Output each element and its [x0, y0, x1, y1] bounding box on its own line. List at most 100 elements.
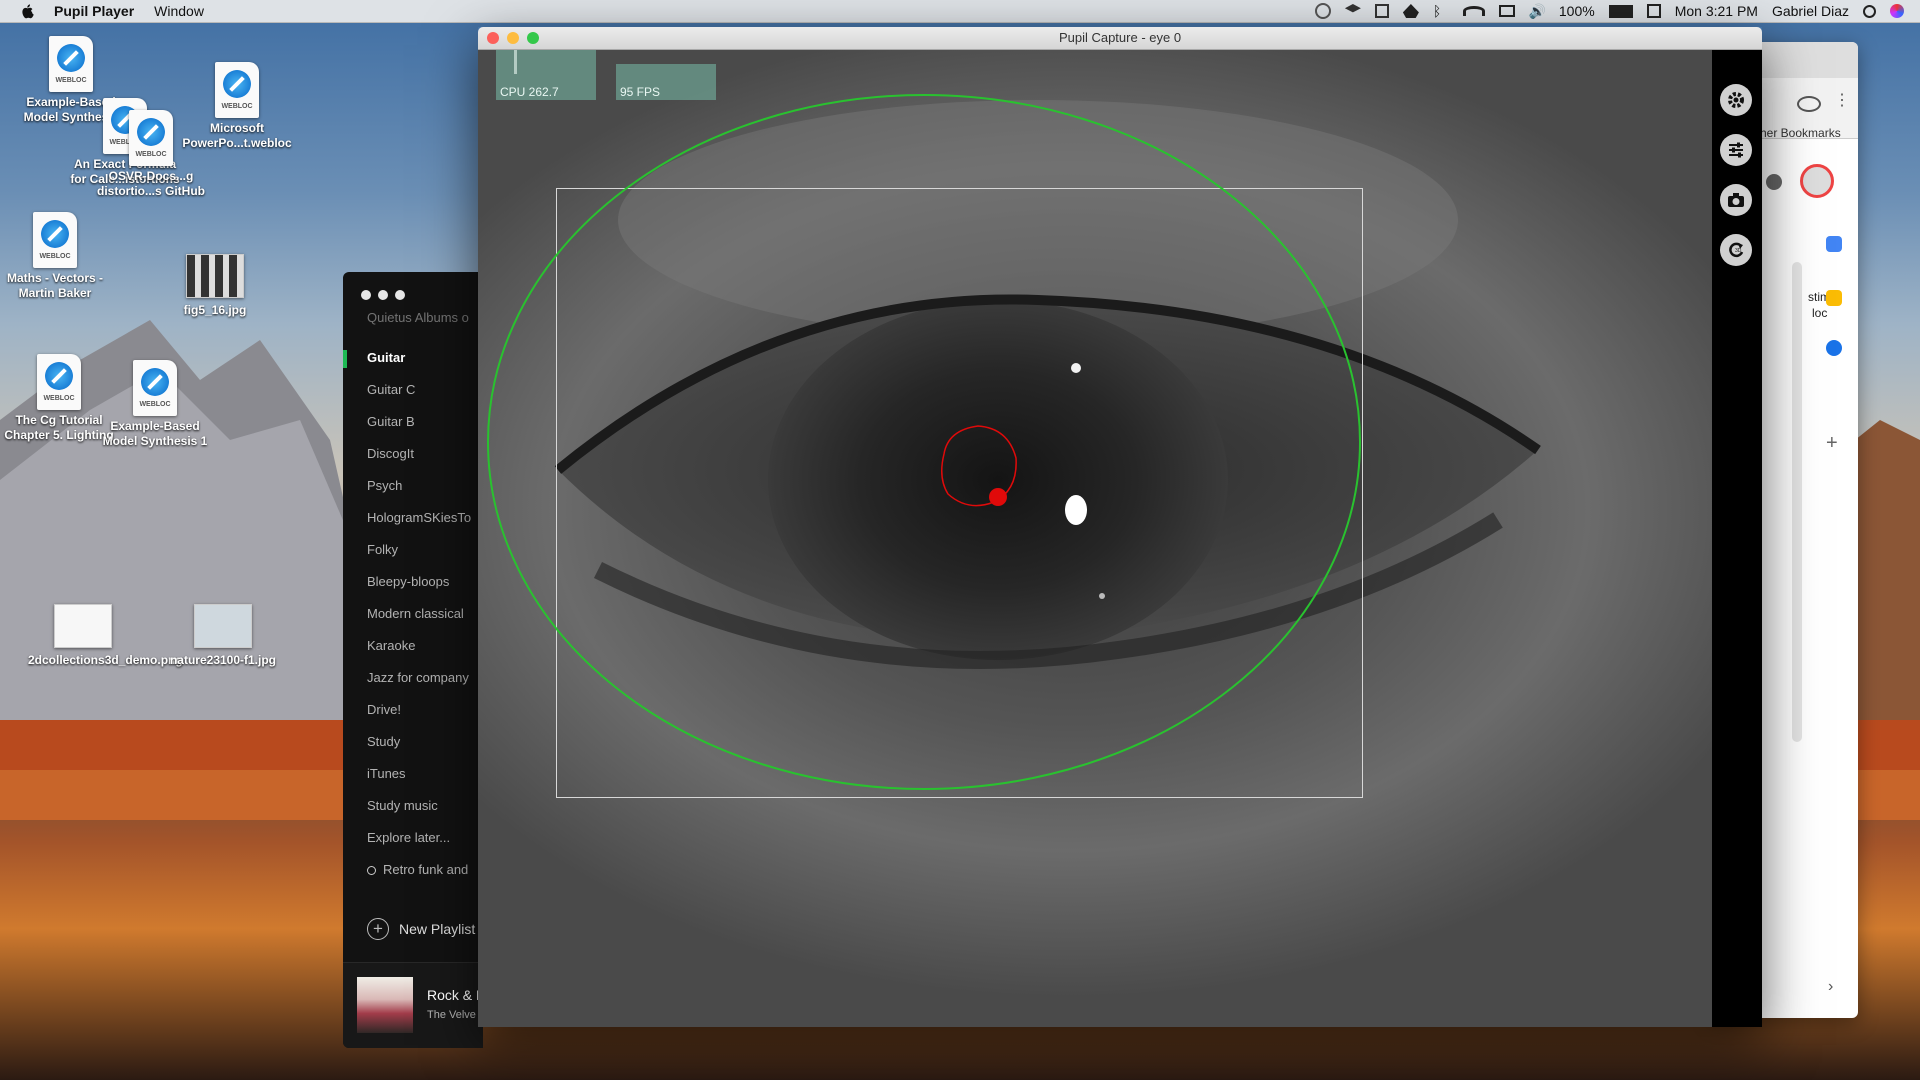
playlist-item[interactable]: iTunes: [367, 766, 406, 781]
playlist-item[interactable]: Bleepy-bloops: [367, 574, 449, 589]
battery-percent: 100%: [1558, 3, 1595, 19]
fps-graph: 95 FPS: [616, 64, 716, 100]
eye-extension-icon[interactable]: [1797, 96, 1821, 112]
bookmarks-folder[interactable]: her Bookmarks: [1760, 126, 1841, 140]
cpu-label: CPU 262.7: [500, 85, 559, 99]
calendar-icon[interactable]: [1646, 4, 1661, 18]
volume-icon[interactable]: 🔊: [1529, 4, 1546, 18]
playlist-item[interactable]: Guitar B: [367, 414, 415, 429]
eye-model-ellipse: [487, 94, 1361, 790]
more-menu-icon[interactable]: ⋮: [1834, 90, 1850, 110]
playlist-item[interactable]: Guitar C: [367, 382, 415, 397]
close-button[interactable]: [361, 290, 371, 300]
window-controls: [361, 290, 405, 300]
playlist-item[interactable]: HologramSKiesTo: [367, 510, 471, 525]
desktop-icon-cg-tutorial[interactable]: WEBLOC The Cg Tutorial Chapter 5. Lighti…: [4, 354, 114, 443]
album-art[interactable]: [357, 977, 413, 1033]
detection-overlay: [487, 94, 1361, 790]
keep-icon[interactable]: [1826, 290, 1842, 306]
window-title: Pupil Capture - eye 0: [1058, 30, 1182, 45]
playlist-item[interactable]: Guitar: [367, 350, 405, 365]
new-playlist-button[interactable]: + New Playlist: [367, 918, 475, 940]
spotlight-icon[interactable]: [1863, 4, 1876, 18]
clock[interactable]: Mon 3:21 PM: [1675, 3, 1758, 19]
desktop-icon-fig5[interactable]: fig5_16.jpg: [160, 254, 270, 318]
pupil-capture-window: Pupil Capture - eye 0 CPU 262.7 95 FPS 3…: [478, 27, 1762, 1027]
refresh-3d-icon: 3D: [1729, 242, 1744, 258]
minimize-button[interactable]: [507, 32, 519, 44]
playlist-item[interactable]: DiscogIt: [367, 446, 414, 461]
active-playlist-indicator: [343, 350, 347, 368]
settings-button[interactable]: [1720, 84, 1752, 116]
fps-label: 95 FPS: [620, 85, 661, 99]
playlist-item[interactable]: Study music: [367, 798, 438, 813]
now-playing-bar: Rock & R The Velve: [343, 962, 483, 1048]
minimize-button[interactable]: [378, 290, 388, 300]
desktop-icon-nature[interactable]: nature23100-f1.jpg: [168, 604, 278, 668]
playlist-item[interactable]: Psych: [367, 478, 402, 493]
settings-sidebar: 3D: [1712, 50, 1762, 1027]
wifi-icon[interactable]: [1462, 6, 1485, 16]
bluetooth-icon[interactable]: ᛒ: [1433, 4, 1449, 18]
webloc-file-icon: WEBLOC: [33, 212, 77, 268]
pupil-center-dot: [989, 488, 1007, 506]
eye-model-reset-button[interactable]: 3D: [1720, 234, 1752, 266]
tasks-icon[interactable]: [1826, 340, 1842, 356]
backup-icon[interactable]: [1402, 4, 1419, 18]
plugins-button[interactable]: [1720, 134, 1752, 166]
desktop-icon-2dcollections[interactable]: 2dcollections3d_demo.png: [28, 604, 183, 668]
notification-icon[interactable]: [1766, 174, 1782, 190]
playlist-item[interactable]: Drive!: [367, 702, 401, 717]
battery-icon[interactable]: [1608, 4, 1633, 18]
close-button[interactable]: [487, 32, 499, 44]
webloc-file-icon: WEBLOC: [215, 62, 259, 118]
playlist-item[interactable]: Jazz for company: [367, 670, 469, 685]
eye-camera-view[interactable]: CPU 262.7 95 FPS: [478, 50, 1712, 1027]
webloc-file-icon: WEBLOC: [129, 110, 173, 166]
browser-partial-text-2: loc: [1812, 306, 1828, 320]
plus-circle-icon: +: [367, 918, 389, 940]
desktop-icon-osvr-docs[interactable]: WEBLOC OSVR-Docs...g distortio...s GitHu…: [96, 110, 206, 199]
siri-icon[interactable]: [1890, 4, 1904, 18]
circle-icon: [367, 866, 376, 875]
svg-text:3D: 3D: [1735, 248, 1742, 254]
zoom-button[interactable]: [527, 32, 539, 44]
webloc-file-icon: WEBLOC: [49, 36, 93, 92]
playlist-item[interactable]: Explore later...: [367, 830, 450, 845]
profile-avatar[interactable]: [1800, 164, 1834, 198]
playlist-item[interactable]: Retro funk and: [367, 862, 468, 877]
chevron-right-icon[interactable]: ›: [1828, 978, 1833, 996]
desktop-icon-example-based-1[interactable]: WEBLOC Example-Based Model Synthesis 1: [100, 360, 210, 449]
playlist-item[interactable]: Modern classical: [367, 606, 464, 621]
dropbox-icon[interactable]: [1344, 4, 1361, 13]
image-file-icon: [186, 254, 244, 298]
calendar-icon[interactable]: [1826, 236, 1842, 252]
desktop-icon-maths-vectors[interactable]: WEBLOC Maths - Vectors - Martin Baker: [0, 212, 110, 301]
cpu-graph: CPU 262.7: [496, 50, 596, 100]
scrollbar[interactable]: [1792, 262, 1802, 742]
airplay-icon[interactable]: [1498, 5, 1515, 17]
image-file-icon: [194, 604, 252, 648]
webloc-file-icon: WEBLOC: [37, 354, 81, 410]
gear-icon: [1728, 92, 1744, 108]
playlist-item[interactable]: Folky: [367, 542, 398, 557]
window-menu[interactable]: Window: [154, 3, 204, 19]
playlist-item[interactable]: Quietus Albums o: [367, 310, 469, 325]
track-title[interactable]: Rock & R: [427, 987, 483, 1003]
camera-button[interactable]: [1720, 184, 1752, 216]
playlist-item[interactable]: Study: [367, 734, 400, 749]
image-file-icon: [54, 604, 112, 648]
zoom-button[interactable]: [395, 290, 405, 300]
sliders-icon: [1729, 142, 1743, 158]
camera-icon: [1728, 193, 1744, 207]
user-name[interactable]: Gabriel Diaz: [1772, 3, 1849, 19]
app-menu[interactable]: Pupil Player: [54, 3, 134, 19]
status-area: ᛒ 🔊 100% Mon 3:21 PM Gabriel Diaz: [1314, 3, 1904, 19]
copy-icon[interactable]: [1374, 4, 1389, 18]
track-artist[interactable]: The Velve: [427, 1009, 476, 1021]
playlist-item[interactable]: Karaoke: [367, 638, 415, 653]
apple-menu-icon[interactable]: [20, 3, 36, 19]
window-titlebar: Pupil Capture - eye 0: [478, 27, 1762, 50]
add-icon[interactable]: +: [1826, 432, 1838, 455]
creative-cloud-icon[interactable]: [1314, 3, 1331, 19]
